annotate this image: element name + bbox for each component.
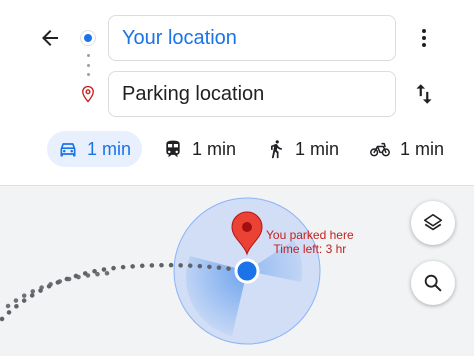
mode-tab-bike[interactable]: 1 min — [358, 131, 455, 167]
map-view[interactable]: You parked here Time left: 3 hr — [0, 185, 474, 356]
mode-tab-drive[interactable]: 1 min — [47, 131, 143, 167]
search-icon — [424, 274, 442, 292]
search-button[interactable] — [411, 261, 455, 305]
origin-dot-icon — [81, 31, 95, 45]
swap-vert-icon — [416, 84, 432, 104]
origin-field[interactable]: Your location — [108, 15, 396, 61]
bicycle-icon — [370, 142, 390, 157]
mode-tab-transit[interactable]: 1 min — [152, 131, 247, 167]
mode-tab-walk[interactable]: 1 min — [255, 131, 350, 167]
more-options-button[interactable] — [410, 24, 438, 52]
car-icon — [60, 143, 76, 157]
train-icon — [166, 140, 180, 157]
destination-pin-icon — [82, 85, 94, 103]
travel-mode-tabs: 1 min 1 min 1 min 1 min — [47, 131, 463, 167]
route-connector — [86, 54, 90, 76]
current-location-dot — [234, 258, 260, 284]
origin-field-text: Your location — [122, 26, 237, 49]
destination-field-text: Parking location — [122, 82, 265, 105]
mode-transit-time: 1 min — [192, 138, 237, 159]
parked-time-left: Time left: 3 hr — [273, 242, 347, 256]
destination-field[interactable]: Parking location — [108, 71, 396, 117]
layers-icon — [423, 213, 443, 231]
mode-walk-time: 1 min — [295, 138, 340, 159]
mode-bike-time: 1 min — [400, 138, 445, 159]
mode-drive-time: 1 min — [87, 138, 132, 159]
map-canvas — [0, 197, 321, 345]
parked-label: You parked here Time left: 3 hr — [266, 228, 354, 256]
back-button[interactable] — [36, 24, 64, 52]
layers-button[interactable] — [411, 201, 455, 245]
arrow-back-icon — [42, 30, 58, 46]
walking-icon — [271, 140, 282, 159]
swap-locations-button[interactable] — [408, 78, 440, 110]
directions-header: Your location Parking location 1 min 1 m… — [0, 0, 474, 185]
more-vert-icon — [422, 29, 426, 47]
parked-title: You parked here — [266, 228, 354, 242]
